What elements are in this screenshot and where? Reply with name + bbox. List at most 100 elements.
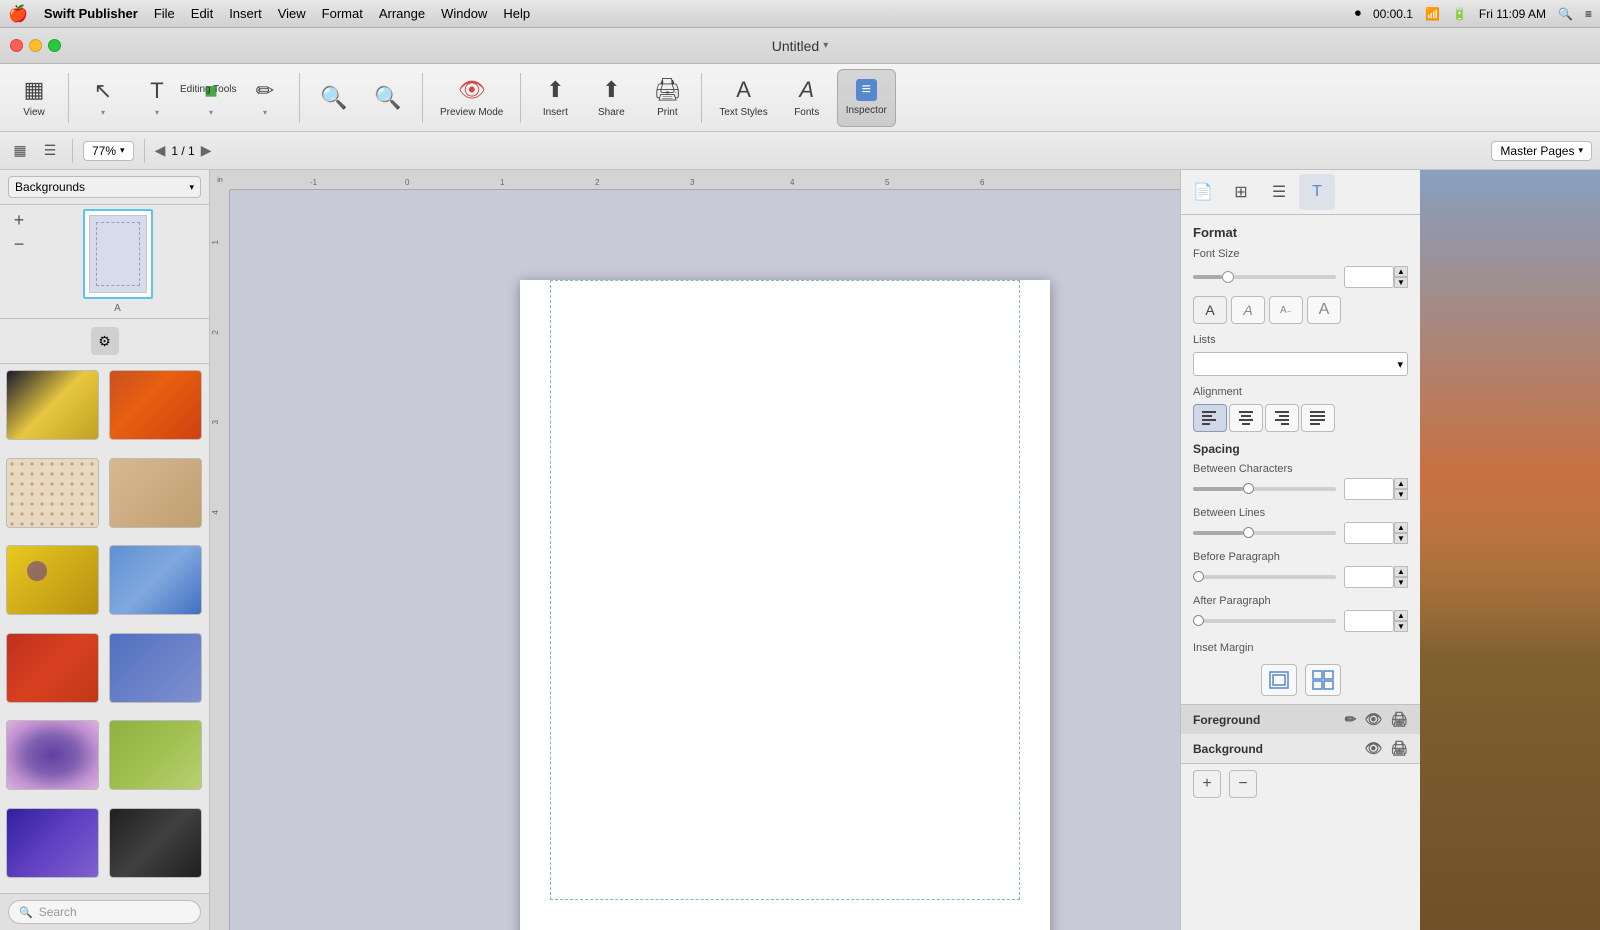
background-1[interactable]: [6, 370, 99, 440]
backgrounds-dropdown[interactable]: Backgrounds ▾: [8, 176, 201, 198]
font-size-slider[interactable]: [1193, 275, 1336, 279]
page-view-icon[interactable]: ☰: [38, 139, 62, 163]
insert-button[interactable]: ⬆ Insert: [529, 69, 581, 127]
font-size-down-button[interactable]: ▼: [1394, 277, 1408, 288]
foreground-print-button[interactable]: 🖨: [1390, 711, 1408, 728]
align-left-button[interactable]: [1193, 404, 1227, 432]
list-view-icon[interactable]: ▦: [8, 139, 32, 163]
text-tool-button[interactable]: T ▾: [131, 69, 183, 127]
zoom-in-button[interactable]: 🔍: [362, 69, 414, 127]
align-right-button[interactable]: [1265, 404, 1299, 432]
text-size-increase-button[interactable]: A: [1307, 296, 1341, 324]
background-6[interactable]: [109, 545, 202, 615]
background-4[interactable]: [109, 458, 202, 528]
inset-grid-button[interactable]: [1305, 664, 1341, 696]
background-visibility-button[interactable]: 👁: [1364, 740, 1382, 757]
layout-icon[interactable]: ⊞: [1223, 174, 1259, 210]
master-pages-button[interactable]: Master Pages ▾: [1491, 141, 1592, 161]
apple-menu[interactable]: 🍎: [8, 4, 28, 24]
before-para-slider[interactable]: [1193, 575, 1336, 579]
foreground-layer-header[interactable]: Foreground ✏ 👁 🖨: [1181, 705, 1420, 734]
background-3[interactable]: [6, 458, 99, 528]
next-page-button[interactable]: ▶: [201, 142, 212, 159]
menu-edit[interactable]: Edit: [191, 6, 213, 21]
after-para-down-button[interactable]: ▼: [1394, 621, 1408, 632]
text-size-decrease-button[interactable]: A₋: [1269, 296, 1303, 324]
background-2[interactable]: [109, 370, 202, 440]
shape-tool-button[interactable]: ■ ▾: [185, 69, 237, 127]
document-title[interactable]: Untitled ▾: [772, 38, 829, 54]
background-12[interactable]: [109, 808, 202, 878]
align-center-button[interactable]: [1229, 404, 1263, 432]
foreground-visibility-button[interactable]: 👁: [1364, 711, 1382, 728]
font-size-up-button[interactable]: ▲: [1394, 266, 1408, 277]
share-button[interactable]: ⬆ Share: [585, 69, 637, 127]
text-styles-button[interactable]: A Text Styles: [710, 69, 776, 127]
lists-dropdown[interactable]: ▾: [1193, 352, 1408, 376]
menu-file[interactable]: File: [154, 6, 175, 21]
between-lines-up-button[interactable]: ▲: [1394, 522, 1408, 533]
between-chars-input[interactable]: [1344, 478, 1394, 500]
before-para-down-button[interactable]: ▼: [1394, 577, 1408, 588]
background-5[interactable]: [6, 545, 99, 615]
between-chars-slider[interactable]: [1193, 487, 1336, 491]
menu-help[interactable]: Help: [503, 6, 530, 21]
pen-tool-button[interactable]: ✏ ▾: [239, 69, 291, 127]
between-lines-input[interactable]: [1344, 522, 1394, 544]
between-lines-slider[interactable]: [1193, 531, 1336, 535]
after-para-input[interactable]: [1344, 610, 1394, 632]
background-7[interactable]: [6, 633, 99, 703]
search-input[interactable]: 🔍 Search: [8, 900, 201, 924]
align-justify-button[interactable]: [1301, 404, 1335, 432]
maximize-button[interactable]: [48, 39, 61, 52]
before-para-input[interactable]: [1344, 566, 1394, 588]
menu-arrange[interactable]: Arrange: [379, 6, 425, 21]
preview-mode-button[interactable]: 👁 Preview Mode: [431, 69, 512, 127]
background-8[interactable]: [109, 633, 202, 703]
page-thumbnail[interactable]: [83, 209, 153, 299]
between-chars-up-button[interactable]: ▲: [1394, 478, 1408, 489]
italic-text-button[interactable]: A: [1231, 296, 1265, 324]
settings-button[interactable]: ⚙: [91, 327, 119, 355]
between-chars-down-button[interactable]: ▼: [1394, 489, 1408, 500]
menu-window[interactable]: Window: [441, 6, 487, 21]
zoom-out-sidebar-button[interactable]: −: [8, 233, 30, 255]
zoom-out-button[interactable]: 🔍: [308, 69, 360, 127]
canvas-area[interactable]: -1 0 1 2 3 4 5 6 1 2 3 4 in: [210, 170, 1180, 930]
font-size-input[interactable]: [1344, 266, 1394, 288]
between-lines-down-button[interactable]: ▼: [1394, 533, 1408, 544]
menu-format[interactable]: Format: [322, 6, 363, 21]
zoom-in-sidebar-button[interactable]: +: [8, 209, 30, 231]
search-icon[interactable]: 🔍: [1558, 7, 1573, 21]
inspector-button[interactable]: ≡ Inspector: [837, 69, 896, 127]
background-10[interactable]: [109, 720, 202, 790]
background-layer-header[interactable]: Background 👁 🖨: [1181, 734, 1420, 763]
minimize-button[interactable]: [29, 39, 42, 52]
prev-page-button[interactable]: ◀: [155, 142, 166, 159]
background-print-button[interactable]: 🖨: [1390, 740, 1408, 757]
select-tool-button[interactable]: ↖ ▾: [77, 69, 129, 127]
inset-layers-button[interactable]: [1261, 664, 1297, 696]
document-properties-icon[interactable]: 📄: [1185, 174, 1221, 210]
zoom-display[interactable]: 77% ▾: [83, 141, 134, 161]
wrap-icon[interactable]: ☰: [1261, 174, 1297, 210]
background-9[interactable]: [6, 720, 99, 790]
foreground-edit-button[interactable]: ✏: [1345, 711, 1357, 728]
menu-insert[interactable]: Insert: [229, 6, 262, 21]
menu-view[interactable]: View: [278, 6, 306, 21]
menu-icon[interactable]: ≡: [1585, 7, 1592, 21]
close-button[interactable]: [10, 39, 23, 52]
app-name[interactable]: Swift Publisher: [44, 6, 138, 21]
page-content[interactable]: [520, 280, 1050, 930]
background-11[interactable]: [6, 808, 99, 878]
text-color-button[interactable]: A: [1193, 296, 1227, 324]
after-para-slider[interactable]: [1193, 619, 1336, 623]
remove-layer-button[interactable]: −: [1229, 770, 1257, 798]
before-para-up-button[interactable]: ▲: [1394, 566, 1408, 577]
add-layer-button[interactable]: +: [1193, 770, 1221, 798]
print-button[interactable]: 🖨 Print: [641, 69, 693, 127]
view-button[interactable]: ▦ View: [8, 69, 60, 127]
text-format-icon[interactable]: T: [1299, 174, 1335, 210]
after-para-up-button[interactable]: ▲: [1394, 610, 1408, 621]
fonts-button[interactable]: A Fonts: [781, 69, 833, 127]
